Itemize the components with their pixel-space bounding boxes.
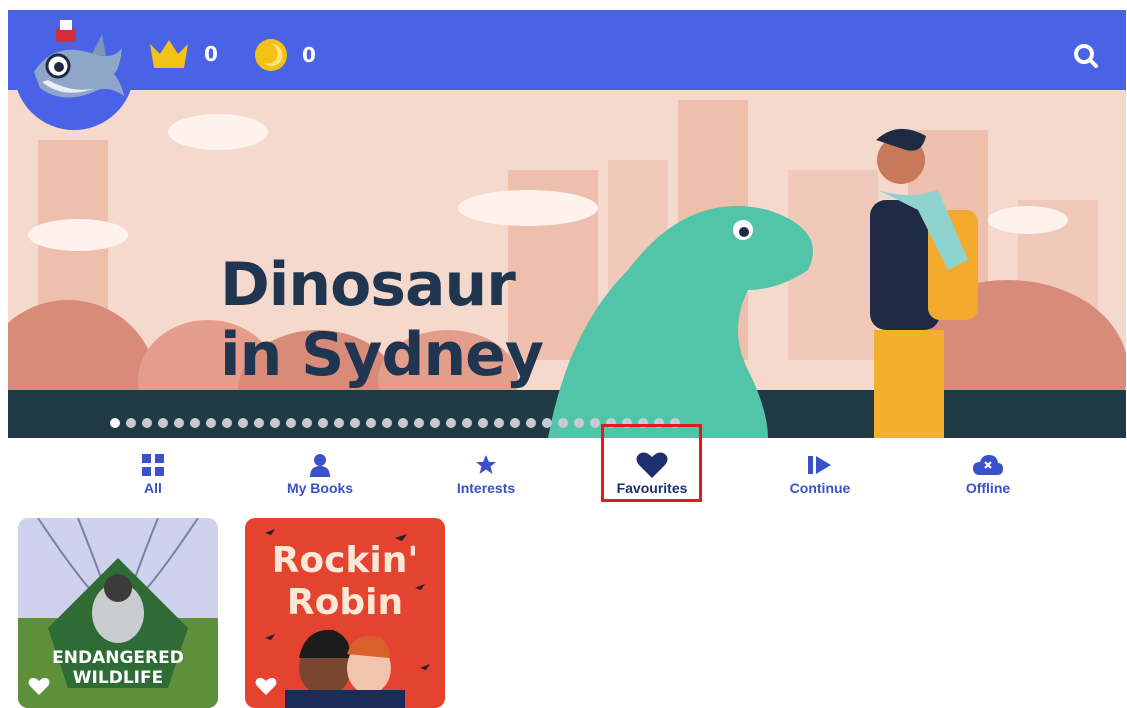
carousel-dot[interactable] [670, 418, 680, 428]
search-icon [1074, 44, 1098, 68]
coin-counter: 0 [254, 38, 316, 72]
banner-title: Dinosaur in Sydney [220, 250, 544, 390]
book-card[interactable]: Rockin' Robin [245, 518, 445, 708]
carousel-dot[interactable] [350, 418, 360, 428]
continue-icon [807, 452, 833, 478]
carousel-dot[interactable] [590, 418, 600, 428]
carousel-dot[interactable] [222, 418, 232, 428]
carousel-dot[interactable] [238, 418, 248, 428]
carousel-dot[interactable] [414, 418, 424, 428]
crown-count: 0 [204, 42, 218, 66]
carousel-dot[interactable] [446, 418, 456, 428]
search-button[interactable] [1070, 40, 1102, 72]
carousel-dot[interactable] [206, 418, 216, 428]
carousel-dot[interactable] [110, 418, 120, 428]
shark-mascot-icon [14, 10, 134, 130]
avatar[interactable] [14, 10, 134, 130]
carousel-dot[interactable] [542, 418, 552, 428]
book-title: Rockin' Robin [271, 540, 419, 623]
carousel-dot[interactable] [606, 418, 616, 428]
tab-continue-label: Continue [789, 480, 851, 496]
carousel-dot[interactable] [382, 418, 392, 428]
banner-illustration [8, 90, 1126, 438]
featured-banner[interactable]: Dinosaur in Sydney [8, 90, 1126, 438]
carousel-dot[interactable] [622, 418, 632, 428]
carousel-dot[interactable] [366, 418, 376, 428]
person-icon [309, 452, 331, 478]
tab-continue[interactable]: Continue [765, 452, 875, 502]
star-icon [475, 452, 497, 478]
carousel-indicators[interactable] [110, 418, 680, 428]
coin-icon [255, 39, 287, 71]
carousel-dot[interactable] [510, 418, 520, 428]
carousel-dot[interactable] [430, 418, 440, 428]
carousel-dot[interactable] [398, 418, 408, 428]
carousel-dot[interactable] [478, 418, 488, 428]
carousel-dot[interactable] [654, 418, 664, 428]
carousel-dot[interactable] [526, 418, 536, 428]
carousel-dot[interactable] [574, 418, 584, 428]
coin-count: 0 [302, 43, 316, 67]
tab-interests-label: Interests [456, 480, 516, 496]
carousel-dot[interactable] [286, 418, 296, 428]
carousel-dot[interactable] [174, 418, 184, 428]
crown-counter: 0 [148, 38, 218, 70]
tab-my-books[interactable]: My Books [265, 452, 375, 502]
book-card[interactable]: ENDANGERED WILDLIFE [18, 518, 218, 708]
heart-icon [636, 452, 668, 478]
tab-favourites-label: Favourites [616, 480, 688, 496]
tab-favourites[interactable]: Favourites [597, 452, 707, 502]
tab-offline-label: Offline [965, 480, 1011, 496]
carousel-dot[interactable] [334, 418, 344, 428]
crown-icon [150, 40, 188, 68]
grid-icon [141, 452, 165, 478]
carousel-dot[interactable] [142, 418, 152, 428]
carousel-dot[interactable] [270, 418, 280, 428]
heart-icon[interactable] [28, 677, 50, 700]
carousel-dot[interactable] [126, 418, 136, 428]
carousel-dot[interactable] [158, 418, 168, 428]
carousel-dot[interactable] [462, 418, 472, 428]
heart-icon[interactable] [255, 677, 277, 700]
tab-my-books-label: My Books [286, 480, 354, 496]
carousel-dot[interactable] [318, 418, 328, 428]
cloud-icon [972, 452, 1004, 478]
carousel-dot[interactable] [558, 418, 568, 428]
carousel-dot[interactable] [638, 418, 648, 428]
carousel-dot[interactable] [494, 418, 504, 428]
tab-all-label: All [144, 480, 162, 496]
carousel-dot[interactable] [254, 418, 264, 428]
tab-interests[interactable]: Interests [431, 452, 541, 502]
tab-all[interactable]: All [98, 452, 208, 502]
carousel-dot[interactable] [190, 418, 200, 428]
tab-offline[interactable]: Offline [933, 452, 1043, 502]
carousel-dot[interactable] [302, 418, 312, 428]
